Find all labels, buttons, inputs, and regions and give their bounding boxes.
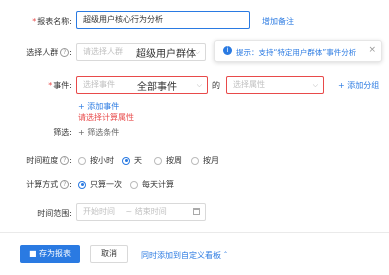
add-note-link[interactable]: 增加备注 [262, 16, 294, 27]
radio-checked-icon [122, 156, 130, 165]
end-time-placeholder: 结束时间 [134, 207, 167, 216]
calc-method-label: 计算方式?: [26, 180, 72, 189]
event-overlay-text: 全部事件 [137, 78, 177, 93]
radio-checked-icon [78, 180, 86, 189]
add-filter-button[interactable]: + 筛选条件 [78, 127, 119, 138]
radio-icon [130, 180, 138, 189]
help-icon[interactable]: ? [60, 180, 70, 189]
granularity-option-hour[interactable]: 按小时 [78, 155, 114, 166]
add-group-button[interactable]: + 添加分组 [338, 80, 379, 91]
chevron-down-icon: ⌵ [196, 81, 202, 89]
calc-option-once[interactable]: 只算一次 [78, 179, 122, 190]
close-icon[interactable]: × [368, 45, 376, 55]
granularity-option-week[interactable]: 按周 [154, 155, 182, 166]
add-event-button[interactable]: + 添加事件 [78, 101, 119, 112]
help-icon[interactable]: ? [60, 48, 70, 57]
radio-icon [191, 156, 199, 165]
radio-icon [78, 156, 86, 165]
granularity-label: 时间粒度?: [26, 156, 72, 165]
event-label: *事件: [48, 81, 72, 90]
tip-popover: i 提示：支持“特定用户群体”事件分析 × [214, 40, 382, 62]
add-to-dashboard-link[interactable]: 同时添加到自定义看板 ˆ [141, 250, 228, 261]
report-name-input[interactable]: 超级用户核心行为分析 [76, 11, 250, 29]
filter-label: 筛选: [53, 128, 72, 137]
calendar-icon [193, 208, 200, 215]
save-icon: ■ [28, 249, 37, 258]
help-icon[interactable]: ? [60, 156, 70, 165]
chevron-down-icon: ⌵ [312, 81, 318, 89]
plus-icon: + [78, 102, 85, 111]
start-time-placeholder: 开始时间 [83, 207, 115, 216]
radio-icon [154, 156, 162, 165]
granularity-option-day[interactable]: 天 [122, 155, 142, 166]
chevron-up-icon: ˆ [223, 251, 228, 260]
tip-text: 提示：支持“特定用户群体”事件分析 [236, 48, 357, 57]
attribute-select[interactable]: 选择属性 ⌵ [226, 76, 324, 94]
plus-icon: + [338, 81, 345, 90]
event-error-text: 请选择计算属性 [78, 113, 134, 122]
event-connector: 的 [212, 81, 220, 90]
plus-icon: + [78, 128, 85, 137]
calc-option-daily[interactable]: 每天计算 [130, 179, 174, 190]
user-group-label: 选择人群?: [26, 48, 72, 57]
info-icon: i [223, 46, 232, 55]
time-range-label: 时间范围: [37, 209, 72, 218]
footer-divider [0, 232, 389, 233]
cancel-button[interactable]: 取消 [90, 245, 128, 263]
time-range-picker[interactable]: 开始时间 ~ 结束时间 [76, 203, 206, 221]
granularity-option-month[interactable]: 按月 [191, 155, 219, 166]
save-report-button[interactable]: ■ 存为报表 [20, 245, 80, 263]
user-group-overlay-text: 超级用户群体 [136, 45, 196, 60]
report-name-label: *报表名称: [32, 17, 72, 26]
